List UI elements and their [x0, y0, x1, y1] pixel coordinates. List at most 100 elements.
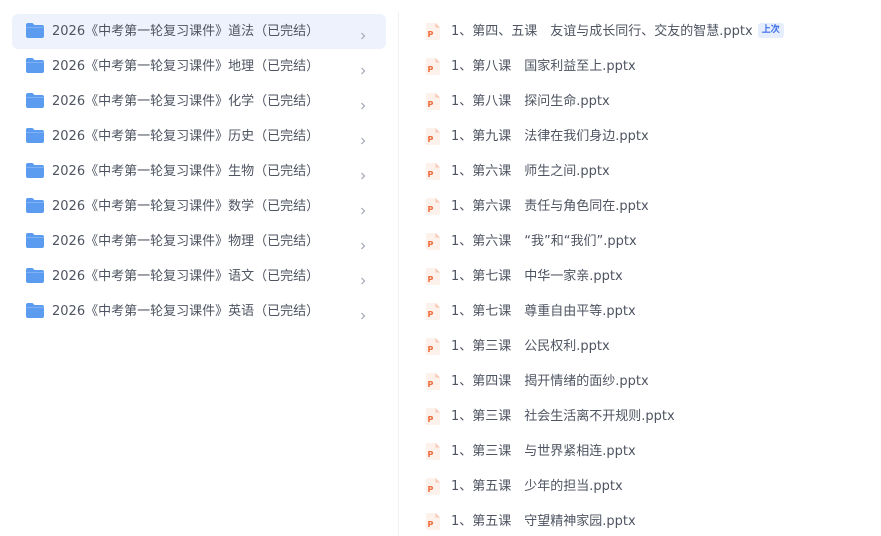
folder-item[interactable]: 2026《中考第一轮复习课件》道法（已完结）: [12, 14, 386, 49]
folder-list: 2026《中考第一轮复习课件》道法（已完结） 2026《中考第一轮复习课件》地理（…: [12, 14, 386, 329]
pptx-file-icon: P: [426, 233, 440, 250]
file-label: 1、第五课 守望精神家园.pptx: [451, 504, 636, 536]
file-label: 1、第八课 探问生命.pptx: [451, 84, 610, 119]
folder-icon: [26, 268, 44, 283]
svg-text:P: P: [428, 170, 434, 179]
file-item[interactable]: P 1、第九课 法律在我们身边.pptx: [399, 119, 881, 154]
pptx-file-icon: P: [426, 128, 440, 145]
file-name: 1、第三课 与世界紧相连.pptx: [451, 444, 636, 459]
folder-icon: [26, 303, 44, 318]
folder-pane: 2026《中考第一轮复习课件》道法（已完结） 2026《中考第一轮复习课件》地理（…: [0, 0, 398, 536]
pptx-file-icon: P: [426, 58, 440, 75]
file-item[interactable]: P 1、第六课 责任与角色同在.pptx: [399, 189, 881, 224]
pptx-file-icon: P: [426, 513, 440, 530]
file-item[interactable]: P 1、第六课 “我”和“我们”.pptx: [399, 224, 881, 259]
svg-text:P: P: [428, 205, 434, 214]
file-item[interactable]: P 1、第三课 公民权利.pptx: [399, 329, 881, 364]
file-label: 1、第四、五课 友谊与成长同行、交友的智慧.pptx 上次: [451, 14, 784, 49]
file-item[interactable]: P 1、第七课 中华一家亲.pptx: [399, 259, 881, 294]
file-label: 1、第九课 法律在我们身边.pptx: [451, 119, 649, 154]
folder-icon: [26, 233, 44, 248]
file-name: 1、第八课 国家利益至上.pptx: [451, 59, 636, 74]
file-item[interactable]: P 1、第六课 师生之间.pptx: [399, 154, 881, 189]
file-item[interactable]: P 1、第四、五课 友谊与成长同行、交友的智慧.pptx 上次: [399, 14, 881, 49]
svg-text:P: P: [428, 65, 434, 74]
pptx-file-icon: P: [426, 408, 440, 425]
folder-icon: [26, 93, 44, 108]
pptx-file-icon: P: [426, 338, 440, 355]
folder-label: 2026《中考第一轮复习课件》英语（已完结）: [52, 304, 320, 319]
file-label: 1、第六课 “我”和“我们”.pptx: [451, 224, 637, 259]
file-name: 1、第四课 揭开情绪的面纱.pptx: [451, 374, 649, 389]
file-name: 1、第七课 尊重自由平等.pptx: [451, 304, 636, 319]
pptx-file-icon: P: [426, 268, 440, 285]
svg-text:P: P: [428, 275, 434, 284]
pptx-file-icon: P: [426, 163, 440, 180]
folder-icon: [26, 128, 44, 143]
file-name: 1、第七课 中华一家亲.pptx: [451, 269, 623, 284]
folder-icon: [26, 198, 44, 213]
folder-label: 2026《中考第一轮复习课件》历史（已完结）: [52, 129, 320, 144]
svg-text:P: P: [428, 100, 434, 109]
svg-text:P: P: [428, 30, 434, 39]
svg-text:P: P: [428, 135, 434, 144]
file-name: 1、第九课 法律在我们身边.pptx: [451, 129, 649, 144]
folder-item[interactable]: 2026《中考第一轮复习课件》物理（已完结）: [12, 224, 386, 259]
file-item[interactable]: P 1、第七课 尊重自由平等.pptx: [399, 294, 881, 329]
file-item[interactable]: P 1、第八课 国家利益至上.pptx: [399, 49, 881, 84]
folder-item[interactable]: 2026《中考第一轮复习课件》生物（已完结）: [12, 154, 386, 189]
folder-item[interactable]: 2026《中考第一轮复习课件》数学（已完结）: [12, 189, 386, 224]
pptx-file-icon: P: [426, 478, 440, 495]
folder-item[interactable]: 2026《中考第一轮复习课件》地理（已完结）: [12, 49, 386, 84]
file-label: 1、第五课 少年的担当.pptx: [451, 469, 623, 504]
file-label: 1、第三课 公民权利.pptx: [451, 329, 610, 364]
svg-text:P: P: [428, 520, 434, 529]
file-name: 1、第六课 师生之间.pptx: [451, 164, 610, 179]
file-pane: P 1、第四、五课 友谊与成长同行、交友的智慧.pptx 上次 P 1、第八课 国家利益…: [399, 0, 881, 536]
file-item[interactable]: P 1、第五课 少年的担当.pptx: [399, 469, 881, 504]
file-name: 1、第五课 守望精神家园.pptx: [451, 514, 636, 529]
pptx-file-icon: P: [426, 443, 440, 460]
svg-text:P: P: [428, 450, 434, 459]
file-item[interactable]: P 1、第八课 探问生命.pptx: [399, 84, 881, 119]
file-list: P 1、第四、五课 友谊与成长同行、交友的智慧.pptx 上次 P 1、第八课 国家利益…: [399, 14, 881, 536]
folder-label: 2026《中考第一轮复习课件》化学（已完结）: [52, 94, 320, 109]
svg-text:P: P: [428, 415, 434, 424]
file-item[interactable]: P 1、第三课 与世界紧相连.pptx: [399, 434, 881, 469]
pptx-file-icon: P: [426, 198, 440, 215]
chevron-right-icon: [359, 166, 367, 180]
chevron-right-icon: [359, 26, 367, 40]
file-name: 1、第四、五课 友谊与成长同行、交友的智慧.pptx: [451, 24, 753, 39]
folder-label: 2026《中考第一轮复习课件》物理（已完结）: [52, 234, 320, 249]
chevron-right-icon: [359, 271, 367, 285]
chevron-right-icon: [359, 236, 367, 250]
file-item[interactable]: P 1、第四课 揭开情绪的面纱.pptx: [399, 364, 881, 399]
file-item[interactable]: P 1、第三课 社会生活离不开规则.pptx: [399, 399, 881, 434]
chevron-right-icon: [359, 131, 367, 145]
folder-item[interactable]: 2026《中考第一轮复习课件》化学（已完结）: [12, 84, 386, 119]
file-label: 1、第八课 国家利益至上.pptx: [451, 49, 636, 84]
folder-icon: [26, 58, 44, 73]
pptx-file-icon: P: [426, 93, 440, 110]
folder-item[interactable]: 2026《中考第一轮复习课件》语文（已完结）: [12, 259, 386, 294]
file-label: 1、第七课 中华一家亲.pptx: [451, 259, 623, 294]
chevron-right-icon: [359, 96, 367, 110]
chevron-right-icon: [359, 201, 367, 215]
pptx-file-icon: P: [426, 23, 440, 40]
chevron-right-icon: [359, 306, 367, 320]
folder-icon: [26, 23, 44, 38]
file-name: 1、第三课 公民权利.pptx: [451, 339, 610, 354]
pptx-file-icon: P: [426, 373, 440, 390]
svg-text:P: P: [428, 310, 434, 319]
folder-item[interactable]: 2026《中考第一轮复习课件》历史（已完结）: [12, 119, 386, 154]
file-item[interactable]: P 1、第五课 守望精神家园.pptx: [399, 504, 881, 536]
file-label: 1、第三课 社会生活离不开规则.pptx: [451, 399, 675, 434]
folder-label: 2026《中考第一轮复习课件》数学（已完结）: [52, 199, 320, 214]
file-label: 1、第四课 揭开情绪的面纱.pptx: [451, 364, 649, 399]
pptx-file-icon: P: [426, 303, 440, 320]
svg-text:P: P: [428, 345, 434, 354]
folder-item[interactable]: 2026《中考第一轮复习课件》英语（已完结）: [12, 294, 386, 329]
last-opened-badge: 上次: [757, 23, 784, 38]
file-label: 1、第六课 责任与角色同在.pptx: [451, 189, 649, 224]
svg-text:P: P: [428, 485, 434, 494]
